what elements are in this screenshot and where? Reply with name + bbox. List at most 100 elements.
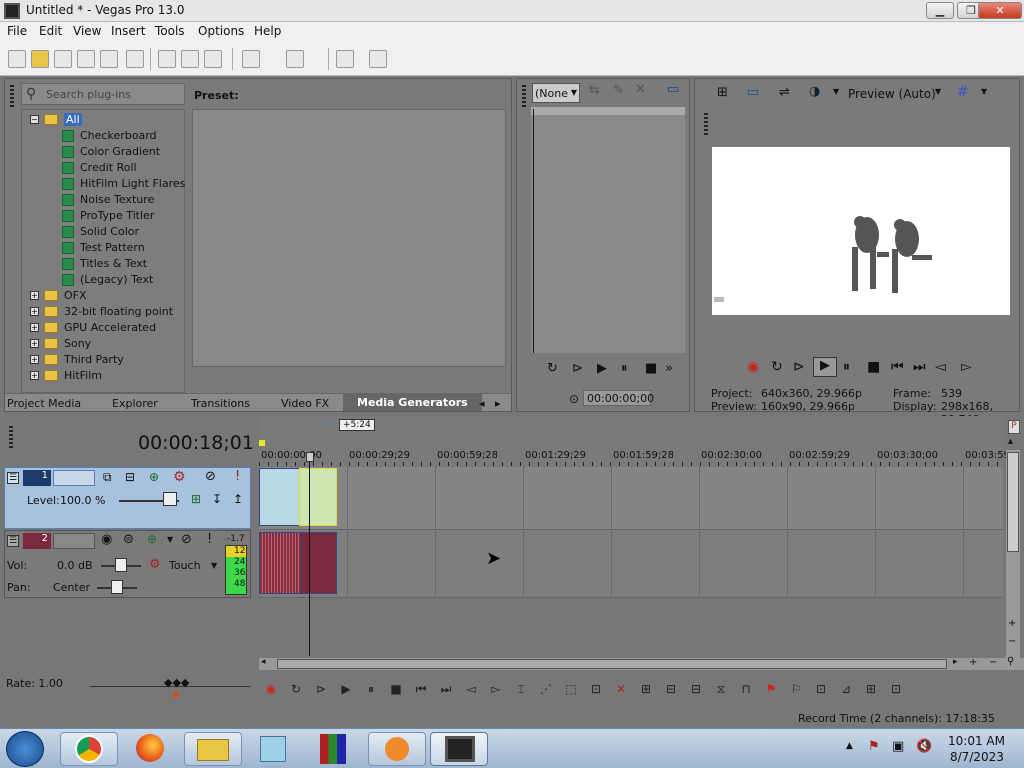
track-fx-icon[interactable]: ⚙ <box>173 469 186 485</box>
video-track-header[interactable]: ☰ 1 ⧉ ⊟ ⊕ ⚙ ⊘ ! Level: 100.0 % ⊞ ↧ ↥ <box>4 467 251 529</box>
zoom-in-icon[interactable]: + <box>1008 618 1016 629</box>
go-to-start-icon[interactable]: ⏮ <box>891 359 904 375</box>
tab-transitions[interactable]: Transitions <box>191 397 250 410</box>
expand-icon[interactable]: + <box>30 339 39 348</box>
zoom-in-icon[interactable]: + <box>969 657 977 668</box>
horizontal-scrollbar[interactable]: ◂ ▸ + − ⚲ <box>259 656 1024 670</box>
lock-icon[interactable]: ⊙ <box>569 392 579 406</box>
clock-date[interactable]: 8/7/2023 <box>950 750 1004 764</box>
fx-icon[interactable]: ⇌ <box>779 85 790 100</box>
audio-track-name-field[interactable] <box>53 533 95 549</box>
composite-mode-icon[interactable]: ⧉ <box>103 470 112 485</box>
open-icon[interactable] <box>31 50 49 68</box>
scroll-left-icon[interactable]: ◂ <box>261 657 266 667</box>
marker-flag-icon[interactable]: P <box>1008 420 1020 434</box>
loop-icon[interactable]: ↻ <box>287 680 305 698</box>
vegas-taskbar-icon[interactable] <box>430 732 488 766</box>
menu-help[interactable]: Help <box>254 24 281 38</box>
chevron-down-icon[interactable]: ▼ <box>981 87 987 96</box>
video-track-name-field[interactable] <box>53 470 95 486</box>
pan-slider-thumb[interactable] <box>111 580 123 594</box>
notepad-taskbar-icon[interactable] <box>246 732 304 766</box>
insert-marker-icon[interactable]: ⚑ <box>762 680 780 698</box>
track-minimize-icon[interactable]: ☰ <box>7 472 19 484</box>
audio-clip[interactable] <box>259 532 305 594</box>
properties-icon[interactable]: ⊞ <box>717 85 728 100</box>
panel-grip[interactable] <box>10 85 14 107</box>
delete-icon[interactable]: ✕ <box>612 680 630 698</box>
previous-frame-icon[interactable]: ◅ <box>462 680 480 698</box>
trimmer-timecode[interactable]: 00:00:00;00 <box>583 390 654 406</box>
lock-icon[interactable]: ⊓ <box>737 680 755 698</box>
play-icon[interactable]: ▶ <box>597 361 607 376</box>
loop-icon[interactable]: ↻ <box>547 361 558 376</box>
automation-mode-dropdown[interactable]: Touch <box>169 559 201 572</box>
expand-icon[interactable]: + <box>30 291 39 300</box>
menu-options[interactable]: Options <box>198 24 244 38</box>
track-fx-icon[interactable]: ⊕ <box>147 532 157 546</box>
split-screen-icon[interactable]: ◑ <box>809 84 820 99</box>
scroll-right-icon[interactable]: ▸ <box>953 657 958 667</box>
save-as-icon[interactable] <box>77 50 95 68</box>
chevron-down-icon[interactable]: ▼ <box>935 87 941 96</box>
external-monitor-icon[interactable]: ▭ <box>747 85 759 100</box>
chrome-taskbar-icon[interactable] <box>60 732 118 766</box>
make-compositing-child-icon[interactable]: ⊟ <box>125 470 135 484</box>
media-player-taskbar-icon[interactable] <box>368 732 426 766</box>
trim-start-icon[interactable]: ⊟ <box>662 680 680 698</box>
tab-media-generators[interactable]: Media Generators <box>343 394 482 411</box>
loop-icon[interactable]: ↻ <box>771 359 783 375</box>
volume-muted-icon[interactable]: 🔇 <box>916 739 932 754</box>
trim-icon[interactable]: ⇆ <box>589 83 600 98</box>
trim-icon[interactable]: ⊞ <box>637 680 655 698</box>
zoom-tool-icon[interactable]: ⚲ <box>1007 656 1014 667</box>
link-icon[interactable]: ✎ <box>613 83 624 98</box>
split-icon[interactable]: ⧖ <box>712 680 730 698</box>
play-from-start-icon[interactable]: ⊳ <box>572 361 583 376</box>
expand-icon[interactable]: + <box>30 355 39 364</box>
panel-grip[interactable] <box>522 85 526 107</box>
playhead-cursor[interactable] <box>309 456 310 656</box>
normal-edit-tool-icon[interactable]: ⌶ <box>512 680 530 698</box>
tab-explorer[interactable]: Explorer <box>112 397 158 410</box>
audio-clip[interactable] <box>300 532 337 594</box>
automation-gear-icon[interactable]: ⚙ <box>149 557 161 572</box>
menu-tools[interactable]: Tools <box>155 24 185 38</box>
insert-region-icon[interactable]: ⚐ <box>787 680 805 698</box>
play-from-start-icon[interactable]: ⊳ <box>793 359 805 375</box>
trimmer-display[interactable] <box>531 107 685 353</box>
next-frame-icon[interactable]: ▻ <box>961 359 972 375</box>
go-to-end-icon[interactable]: ⏭ <box>913 359 926 375</box>
action-center-icon[interactable]: ⚑ <box>868 739 880 754</box>
stop-icon[interactable]: ■ <box>387 680 405 698</box>
collapse-icon[interactable]: − <box>30 115 39 124</box>
solo-icon[interactable]: ! <box>235 469 240 484</box>
tab-project-media[interactable]: Project Media <box>7 397 81 410</box>
pause-icon[interactable]: ⏸ <box>843 359 850 375</box>
playhead-handle[interactable] <box>306 452 314 462</box>
preset-area[interactable] <box>192 109 506 367</box>
solo-icon[interactable]: ! <box>207 532 212 547</box>
start-button[interactable] <box>6 731 44 767</box>
chevron-down-icon[interactable]: ▼ <box>167 535 173 544</box>
zoom-out-icon[interactable]: − <box>989 657 997 668</box>
pause-icon[interactable]: ⏸ <box>621 361 628 376</box>
scroll-up-icon[interactable]: ▴ <box>1008 436 1013 447</box>
firefox-taskbar-icon[interactable] <box>122 732 180 766</box>
copy-icon[interactable] <box>181 50 199 68</box>
play-icon[interactable]: ▶ <box>813 357 837 377</box>
plugin-search-box[interactable]: ⚲ Search plug-ins <box>21 83 185 105</box>
video-preview-icon[interactable]: ▭ <box>667 82 679 97</box>
selection-tool-icon[interactable]: ⬚ <box>562 680 580 698</box>
render-icon[interactable] <box>100 50 118 68</box>
undo-icon[interactable] <box>242 50 260 68</box>
zoom-tool-icon[interactable]: ⊡ <box>587 680 605 698</box>
more-icon[interactable]: » <box>665 361 673 376</box>
explorer-taskbar-icon[interactable] <box>184 732 242 766</box>
close-button[interactable]: ✕ <box>978 2 1022 19</box>
stop-icon[interactable]: ■ <box>645 361 657 376</box>
clear-trimmer-icon[interactable]: ✕ <box>635 82 646 97</box>
audio-track-lane[interactable] <box>259 530 1003 598</box>
auto-ripple-icon[interactable]: ⊡ <box>812 680 830 698</box>
menu-view[interactable]: View <box>73 24 101 38</box>
